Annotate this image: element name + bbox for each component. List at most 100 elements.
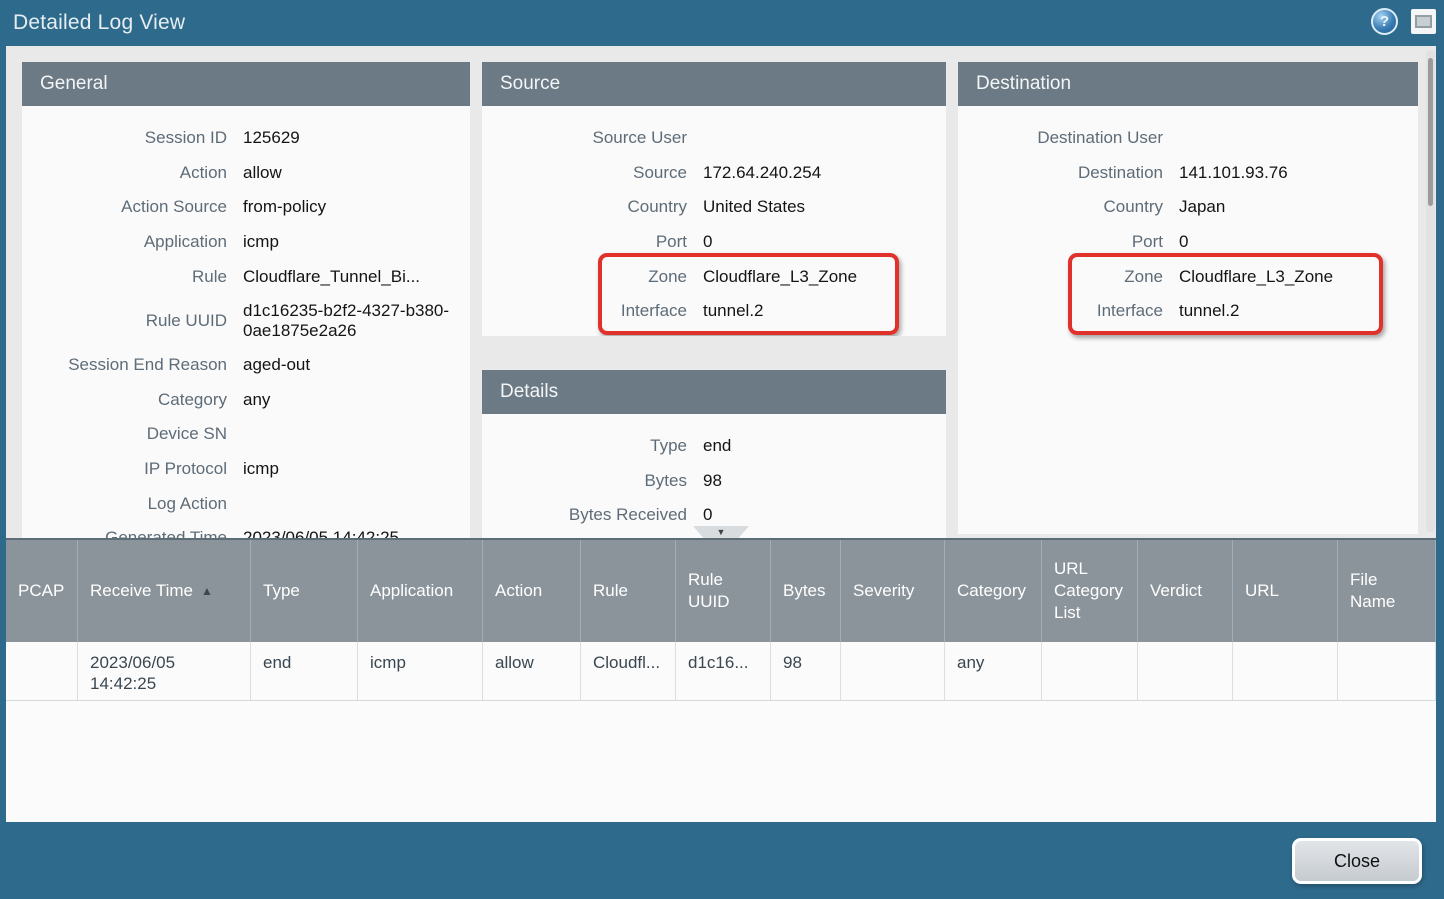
field-row-log-action: Log Action: [22, 486, 470, 521]
field-label: Type: [482, 436, 687, 456]
details-panel: Details Type end Bytes 98 Bytes Received…: [482, 370, 946, 540]
field-label: Application: [22, 232, 227, 252]
field-label: Destination: [958, 163, 1163, 183]
field-label: Rule UUID: [22, 311, 227, 331]
window-icon-inner: [1415, 15, 1432, 28]
details-panel-body: Type end Bytes 98 Bytes Received 0: [482, 414, 946, 533]
column-header-verdict[interactable]: Verdict: [1138, 540, 1233, 642]
column-header-type[interactable]: Type: [251, 540, 358, 642]
column-header-receive-time[interactable]: Receive Time▲: [78, 540, 251, 642]
field-label: Action Source: [22, 197, 227, 217]
close-button[interactable]: Close: [1292, 838, 1422, 884]
field-value: United States: [703, 197, 946, 217]
window-icon[interactable]: [1411, 9, 1436, 34]
field-label: Country: [482, 197, 687, 217]
cell-category: any: [945, 642, 1042, 700]
column-header-category[interactable]: Category: [945, 540, 1042, 642]
field-label: Category: [22, 390, 227, 410]
field-value: aged-out: [243, 355, 470, 375]
field-row-port: Port 0: [482, 225, 946, 260]
field-row-bytes: Bytes 98: [482, 464, 946, 499]
column-label: Action: [495, 580, 542, 602]
column-label: URL Category List: [1054, 558, 1125, 624]
column-header-action[interactable]: Action: [483, 540, 581, 642]
field-label: Source User: [482, 128, 687, 148]
field-row-type: Type end: [482, 429, 946, 464]
cell-bytes: 98: [771, 642, 841, 700]
vertical-scrollbar[interactable]: [1426, 50, 1435, 532]
field-value: end: [703, 436, 946, 456]
field-value: d1c16235-b2f2-4327-b380-0ae1875e2a26: [243, 301, 470, 341]
cell-rule: Cloudfl...: [581, 642, 676, 700]
field-value: Japan: [1179, 197, 1418, 217]
field-label: Action: [22, 163, 227, 183]
column-label: Category: [957, 580, 1026, 602]
field-label: Bytes Received: [482, 505, 687, 525]
column-label: File Name: [1350, 569, 1423, 613]
field-value: tunnel.2: [1179, 301, 1418, 321]
field-label: Session ID: [22, 128, 227, 148]
field-row-destination-user: Destination User: [958, 121, 1418, 156]
cell-file-name: [1338, 642, 1436, 700]
column-label: Rule: [593, 580, 628, 602]
column-label: Application: [370, 580, 453, 602]
column-header-url[interactable]: URL: [1233, 540, 1338, 642]
field-row-generated-time: Generated Time 2023/06/05 14:42:25: [22, 521, 470, 540]
cell-type: end: [251, 642, 358, 700]
field-row-rule-uuid: Rule UUID d1c16235-b2f2-4327-b380-0ae187…: [22, 294, 470, 348]
scrollbar-thumb[interactable]: [1428, 58, 1433, 206]
field-row-interface: Interface tunnel.2: [482, 294, 946, 329]
field-row-ip-protocol: IP Protocol icmp: [22, 452, 470, 487]
field-row-zone: Zone Cloudflare_L3_Zone: [958, 259, 1418, 294]
column-label: Rule UUID: [688, 569, 758, 613]
log-table-row[interactable]: 2023/06/05 14:42:25 end icmp allow Cloud…: [6, 642, 1436, 701]
field-value: 98: [703, 471, 946, 491]
column-header-url-category-list[interactable]: URL Category List: [1042, 540, 1138, 642]
cell-action: allow: [483, 642, 581, 700]
field-value: from-policy: [243, 197, 470, 217]
field-label: Zone: [482, 267, 687, 287]
log-table-section: PCAP Receive Time▲ Type Application Acti…: [6, 540, 1436, 822]
field-label: Rule: [22, 267, 227, 287]
column-label: Severity: [853, 580, 914, 602]
sort-ascending-icon: ▲: [201, 580, 213, 602]
field-label: Generated Time: [22, 528, 227, 540]
log-detail-panels-area: General Session ID 125629 Action allow A…: [6, 46, 1436, 540]
field-value: 141.101.93.76: [1179, 163, 1418, 183]
field-value: allow: [243, 163, 470, 183]
column-header-pcap[interactable]: PCAP: [6, 540, 78, 642]
field-row-source-user: Source User: [482, 121, 946, 156]
field-label: Destination User: [958, 128, 1163, 148]
field-value: icmp: [243, 459, 470, 479]
field-label: Country: [958, 197, 1163, 217]
column-header-application[interactable]: Application: [358, 540, 483, 642]
field-row-country: Country United States: [482, 190, 946, 225]
cell-receive-time: 2023/06/05 14:42:25: [78, 642, 251, 700]
field-value: 2023/06/05 14:42:25: [243, 528, 470, 540]
column-header-file-name[interactable]: File Name: [1338, 540, 1436, 642]
field-row-session-id: Session ID 125629: [22, 121, 470, 156]
column-header-severity[interactable]: Severity: [841, 540, 945, 642]
field-label: Log Action: [22, 494, 227, 514]
general-panel-body: Session ID 125629 Action allow Action So…: [22, 106, 470, 540]
source-panel: Source Source User Source 172.64.240.254…: [482, 62, 946, 336]
field-value: any: [243, 390, 470, 410]
help-icon[interactable]: ?: [1371, 8, 1398, 35]
column-header-bytes[interactable]: Bytes: [771, 540, 841, 642]
column-header-rule-uuid[interactable]: Rule UUID: [676, 540, 771, 642]
source-panel-body: Source User Source 172.64.240.254 Countr…: [482, 106, 946, 329]
field-label: IP Protocol: [22, 459, 227, 479]
field-row-interface: Interface tunnel.2: [958, 294, 1418, 329]
field-row-application: Application icmp: [22, 225, 470, 260]
field-row-action-source: Action Source from-policy: [22, 190, 470, 225]
field-label: Interface: [482, 301, 687, 321]
field-label: Zone: [958, 267, 1163, 287]
chevron-down-icon: ▼: [717, 527, 726, 537]
field-value: Cloudflare_Tunnel_Bi...: [243, 267, 470, 287]
field-label: Source: [482, 163, 687, 183]
destination-panel: Destination Destination User Destination…: [958, 62, 1418, 534]
field-row-action: Action allow: [22, 156, 470, 191]
destination-panel-header: Destination: [958, 62, 1418, 106]
column-header-rule[interactable]: Rule: [581, 540, 676, 642]
field-value: 172.64.240.254: [703, 163, 946, 183]
